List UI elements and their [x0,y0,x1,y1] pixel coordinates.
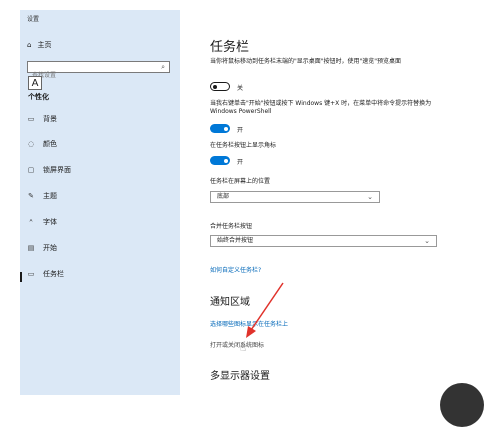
arrow-head [246,326,256,338]
arrow-shaft [248,282,284,334]
floating-circle [440,383,484,427]
annotation-arrow [246,282,284,338]
cursor-icon: ☝ [240,343,247,354]
